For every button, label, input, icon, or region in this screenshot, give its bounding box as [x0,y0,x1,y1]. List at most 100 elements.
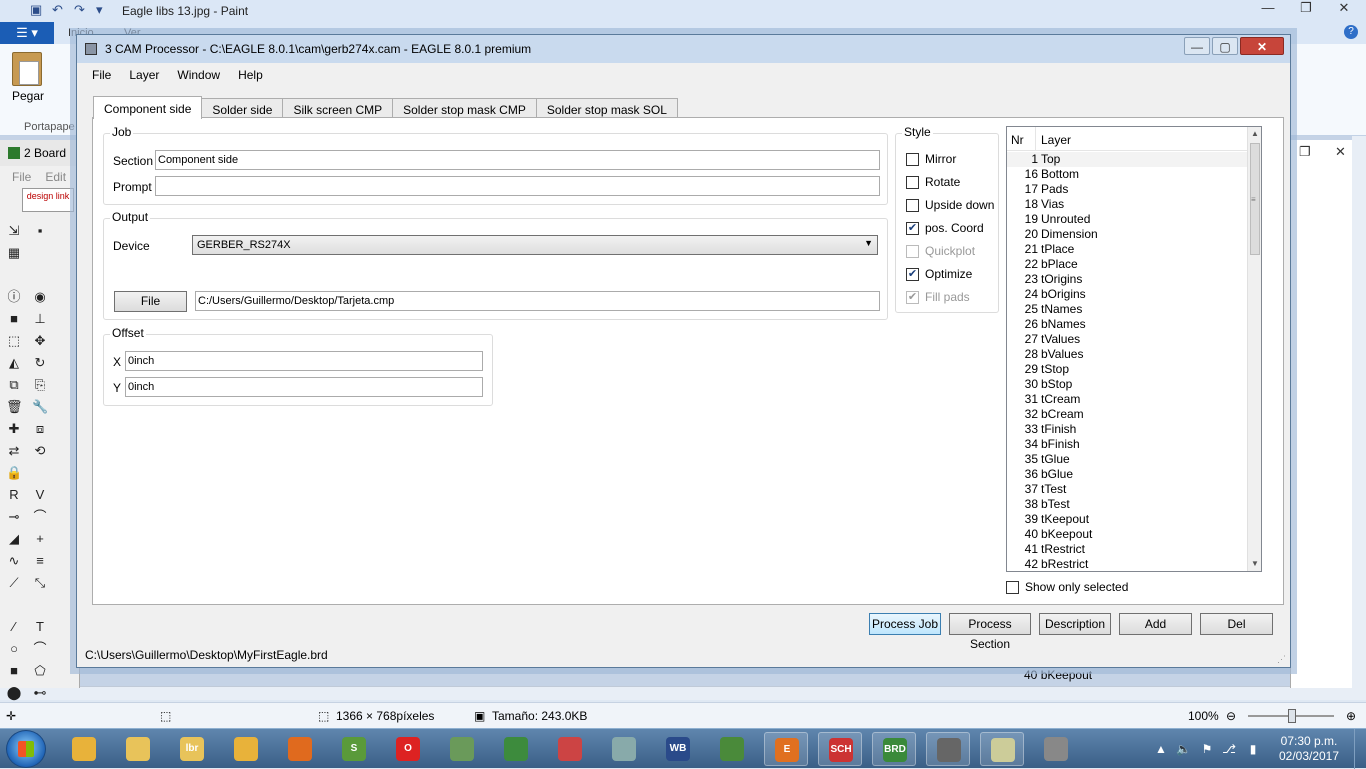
customize-qat-icon[interactable]: ▾ [96,3,110,17]
layer-row[interactable]: 29 tStop [1007,362,1247,377]
close-button[interactable]: ✕ [1240,37,1284,55]
taskbar-app-button[interactable] [494,732,538,766]
layer-row[interactable]: 31 tCream [1007,392,1247,407]
process-job-button[interactable]: Process Job [869,613,941,635]
taskbar-app-button[interactable]: lbr [170,732,214,766]
layer-row[interactable]: 30 bStop [1007,377,1247,392]
column-header-nr[interactable]: Nr [1011,133,1024,147]
wire-icon[interactable]: ⟋ [6,575,22,591]
process-section-button[interactable]: Process Section [949,613,1031,651]
redo-icon[interactable]: ↷ [74,3,88,17]
layer-row[interactable]: 27 tValues [1007,332,1247,347]
layer-row[interactable]: 33 tFinish [1007,422,1247,437]
column-header-layer[interactable]: Layer [1041,133,1071,147]
tab-solder-stop-mask-cmp[interactable]: Solder stop mask CMP [392,98,537,118]
lock-icon[interactable]: 🔒 [6,465,22,481]
section-field[interactable]: Component side [155,150,880,170]
taskbar-app-button[interactable] [710,732,754,766]
swap-icon[interactable]: ⇄ [6,443,22,459]
autorouter-icon[interactable]: ⤡ [32,575,48,591]
layer-row[interactable]: 38 bTest [1007,497,1247,512]
rect-icon[interactable]: ■ [6,663,22,679]
save-icon[interactable]: ▪ [32,223,48,239]
taskbar-app-button[interactable] [224,732,268,766]
zoom-slider-thumb[interactable] [1288,709,1296,723]
layer-row[interactable]: 21 tPlace [1007,242,1247,257]
layer-row[interactable]: 42 bRestrict [1007,557,1247,571]
add-button[interactable]: Add [1119,613,1192,635]
description-button[interactable]: Description [1039,613,1111,635]
layer-row[interactable]: 41 tRestrict [1007,542,1247,557]
paint-file-menu-button[interactable]: ☰ ▾ [0,22,54,44]
checkbox-box[interactable] [906,198,919,212]
layer-row[interactable]: 18 Vias [1007,197,1247,212]
mirror-checkbox[interactable]: Mirror [906,151,956,167]
optimize-checkbox[interactable]: ✔ Optimize [906,266,972,282]
resize-grip-icon[interactable]: ⋰ [1277,654,1286,665]
split-icon[interactable]: ⊸ [6,509,22,525]
tab-silk-screen-cmp[interactable]: Silk screen CMP [282,98,394,118]
checkbox-box[interactable] [1006,580,1019,594]
scroll-down-icon[interactable]: ▼ [1251,559,1259,568]
info-icon[interactable]: ⓘ [6,289,22,305]
checkbox-box[interactable] [906,175,919,189]
tray-expand-icon[interactable]: ▲ [1154,742,1168,756]
paste-icon[interactable] [12,52,42,86]
smash-icon[interactable]: ⟲ [32,443,48,459]
layer-row[interactable]: 20 Dimension [1007,227,1247,242]
layer-row[interactable]: 28 bValues [1007,347,1247,362]
replace-icon[interactable]: ⧈ [32,421,48,437]
layer-row[interactable]: 17 Pads [1007,182,1247,197]
layer-row[interactable]: 40 bKeepout [1007,527,1247,542]
add-icon[interactable]: ✚ [6,421,22,437]
taskbar-app-button[interactable]: E [764,732,808,766]
prompt-field[interactable] [155,176,880,196]
cam-titlebar[interactable]: 3 CAM Processor - C:\EAGLE 8.0.1\cam\ger… [77,35,1290,63]
restore-icon[interactable]: ❐ [1299,144,1311,160]
taskbar-app-button[interactable] [602,732,646,766]
show-desktop-button[interactable] [1354,729,1366,769]
name-icon[interactable]: R [6,487,22,503]
taskbar-app-button[interactable] [548,732,592,766]
tab-solder-stop-mask-sol[interactable]: Solder stop mask SOL [535,98,678,118]
wrench-icon[interactable]: 🔧 [32,399,48,415]
layer-row[interactable]: 34 bFinish [1007,437,1247,452]
rotate-checkbox[interactable]: Rotate [906,174,960,190]
layer-row[interactable]: 23 tOrigins [1007,272,1247,287]
scroll-up-icon[interactable]: ▲ [1251,129,1259,138]
taskbar-app-button[interactable] [278,732,322,766]
layer-list[interactable]: Nr Layer 1 Top 16 Bottom 17 Pads 18 Vias 19 Unrou… [1006,126,1262,572]
layer-icon[interactable]: ■ [6,311,22,327]
polygon-icon[interactable]: ⬠ [32,663,48,679]
check-icon[interactable]: ✔ [906,221,919,235]
volume-icon[interactable]: 🔈 [1176,742,1191,756]
paint-vertical-scrollbar[interactable] [1352,136,1366,700]
mark-icon[interactable]: ⊥ [32,311,48,327]
flag-icon[interactable]: ⚑ [1200,742,1214,756]
check-icon[interactable]: ✔ [906,267,919,281]
zoom-in-icon[interactable]: ⊕ [1346,709,1356,723]
usb-icon[interactable]: ⎇ [1222,742,1236,756]
close-icon[interactable]: ✕ [1330,0,1358,16]
layer-row[interactable]: 1 Top [1007,152,1247,167]
close-icon[interactable]: ✕ [1335,144,1346,160]
minimize-button[interactable]: — [1184,37,1210,55]
layer-row[interactable]: 35 tGlue [1007,452,1247,467]
taskbar-app-button[interactable] [440,732,484,766]
text-icon[interactable]: T [32,619,48,635]
line-icon[interactable]: ⁄ [6,619,22,635]
tab-component-side[interactable]: Component side [93,96,203,119]
layer-row[interactable]: 26 bNames [1007,317,1247,332]
help-icon[interactable]: ? [1344,25,1358,39]
paint-horizontal-scrollbar[interactable] [0,686,1352,700]
device-select[interactable]: GERBER_RS274X ▼ [192,235,878,255]
taskbar-app-button[interactable] [1034,732,1078,766]
mirror-icon[interactable]: ◭ [6,355,22,371]
ripup-icon[interactable]: ≡ [32,553,48,569]
start-button[interactable] [6,730,46,768]
design-link-button[interactable]: design link [22,188,74,212]
taskbar-app-button[interactable]: BRD [872,732,916,766]
paste-icon[interactable]: ⎘ [32,377,48,393]
taskbar-app-button[interactable]: SCH [818,732,862,766]
miter-icon[interactable]: ⌒ [32,509,48,525]
